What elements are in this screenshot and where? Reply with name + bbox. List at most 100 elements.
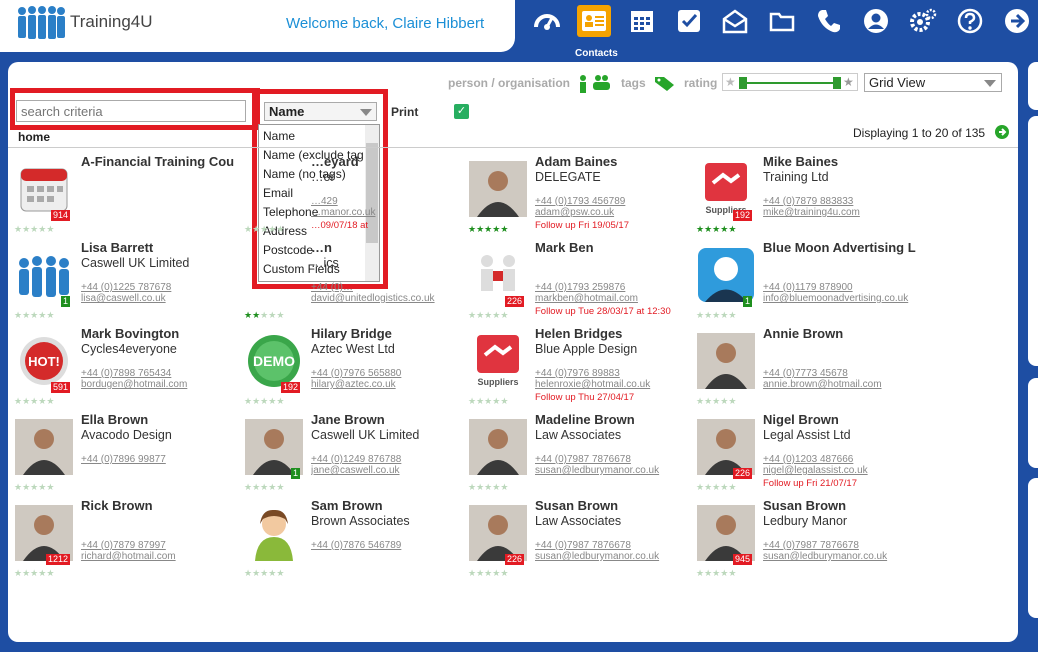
contact-name[interactable]: Jane Brown	[311, 412, 471, 427]
contact-name[interactable]: Mark Ben	[535, 240, 695, 255]
contact-phone[interactable]: +44 (0)1793 259876	[535, 282, 625, 293]
contact-name[interactable]: Nigel Brown	[763, 412, 923, 427]
follow-up-note[interactable]: Follow up Tue 28/03/17 at 12:30	[535, 306, 671, 317]
contact-card[interactable]: ★★★★★ Adam Baines DELEGATE +44 (0)1793 4567…	[468, 154, 696, 240]
rating-stars[interactable]: ★★★★★	[244, 482, 284, 493]
contact-email[interactable]: bordugen@hotmail.com	[81, 379, 241, 390]
rating-range-slider[interactable]: ★ ★	[722, 73, 858, 91]
view-mode-select[interactable]: Grid View	[864, 73, 1002, 92]
contact-email[interactable]: mike@training4u.com	[763, 207, 923, 218]
contact-email[interactable]: nigel@legalassist.co.uk	[763, 465, 923, 476]
rating-stars[interactable]: ★★★★★	[244, 224, 284, 235]
tasks-icon[interactable]	[672, 5, 706, 37]
contact-phone[interactable]: +44 (0)7879 87997	[81, 540, 166, 551]
rating-stars[interactable]: ★★★★★	[468, 224, 508, 235]
dashboard-icon[interactable]	[530, 5, 564, 37]
contact-phone[interactable]: …429	[311, 196, 338, 207]
help-icon[interactable]	[953, 5, 987, 37]
contact-name[interactable]: Adam Baines	[535, 154, 695, 169]
rating-stars[interactable]: ★★★★★	[14, 310, 54, 321]
rating-stars[interactable]: ★★★★★	[244, 396, 284, 407]
tag-icon[interactable]	[654, 75, 676, 91]
contact-card[interactable]: Suppliers 192 ★★★★★ Mike Baines Training Ltd…	[696, 154, 924, 240]
sort-field-select[interactable]: Name	[264, 102, 377, 121]
next-page-icon[interactable]	[995, 125, 1009, 139]
contact-card[interactable]: ★★★★★ Ella Brown Avacodo Design +44 (0)7896…	[14, 412, 242, 498]
contact-email[interactable]: markben@hotmail.com	[535, 293, 695, 304]
rating-stars[interactable]: ★★★★★	[696, 310, 736, 321]
user-icon[interactable]	[859, 5, 893, 37]
contact-card[interactable]: 226 ★★★★★ Susan Brown Law Associates +44 (0)…	[468, 498, 696, 584]
rating-stars[interactable]: ★★★★★	[468, 568, 508, 579]
contact-card[interactable]: DEMO 192 ★★★★★ Hilary Bridge Aztec West Ltd +…	[244, 326, 472, 412]
rating-stars[interactable]: ★★★★★	[696, 482, 736, 493]
contact-name[interactable]: Blue Moon Advertising L	[763, 240, 923, 255]
contact-avatar[interactable]	[244, 504, 304, 562]
contact-card[interactable]: Suppliers ★★★★★ Helen Bridges Blue Apple De…	[468, 326, 696, 412]
side-panel-tab[interactable]	[1028, 116, 1038, 366]
contact-card[interactable]: ★★★★★ …n …ics +44 (0)… david@unitedlogistics…	[244, 240, 472, 326]
dropdown-option[interactable]: Name	[263, 129, 363, 143]
contact-name[interactable]: …n	[311, 240, 471, 255]
side-panel-tab[interactable]	[1028, 378, 1038, 468]
contact-email[interactable]: susan@ledburymanor.co.uk	[763, 551, 923, 562]
contact-email[interactable]: david@unitedlogistics.co.uk	[311, 293, 471, 304]
contacts-icon[interactable]	[577, 5, 611, 37]
contact-phone[interactable]: +44 (0)7987 7876678	[535, 454, 631, 465]
contact-email[interactable]: lisa@caswell.co.uk	[81, 293, 241, 304]
contact-avatar[interactable]	[468, 160, 528, 218]
contact-email[interactable]: richard@hotmail.com	[81, 551, 241, 562]
contact-name[interactable]: Annie Brown	[763, 326, 923, 341]
contact-phone[interactable]: +44 (0)7987 7876678	[535, 540, 631, 551]
contact-name[interactable]: Susan Brown	[763, 498, 923, 513]
contact-phone[interactable]: +44 (0)7898 765434	[81, 368, 171, 379]
contact-phone[interactable]: +44 (0)1225 787678	[81, 282, 171, 293]
rating-stars[interactable]: ★★★★★	[696, 224, 736, 235]
contact-card[interactable]: HOT! 591 ★★★★★ Mark Bovington Cycles4everyon…	[14, 326, 242, 412]
contact-card[interactable]: 1 ★★★★★ Lisa Barrett Caswell UK Limited +44 …	[14, 240, 242, 326]
contact-name[interactable]: Hilary Bridge	[311, 326, 471, 341]
rating-max-handle[interactable]	[833, 77, 841, 89]
side-panel-tab[interactable]	[1028, 478, 1038, 618]
side-panel-tab[interactable]	[1028, 62, 1038, 110]
contact-name[interactable]: Mike Baines	[763, 154, 923, 169]
contact-email[interactable]: susan@ledburymanor.co.uk	[535, 551, 695, 562]
contact-phone[interactable]: +44 (0)1203 487666	[763, 454, 853, 465]
calendar-icon[interactable]	[625, 5, 659, 37]
rating-stars[interactable]: ★★★★★	[468, 310, 508, 321]
contact-phone[interactable]: +44 (0)7773 45678	[763, 368, 848, 379]
follow-up-note[interactable]: Follow up Fri 19/05/17	[535, 220, 629, 231]
contact-card[interactable]: 914 ★★★★★ A-Financial Training Cou	[14, 154, 242, 240]
contact-name[interactable]: Mark Bovington	[81, 326, 241, 341]
contact-phone[interactable]: +44 (0)…	[311, 282, 353, 293]
mail-icon[interactable]	[718, 5, 752, 37]
contact-avatar[interactable]: Suppliers	[468, 332, 528, 390]
settings-icon[interactable]	[906, 5, 940, 37]
contact-avatar[interactable]	[696, 332, 756, 390]
contact-name[interactable]: Sam Brown	[311, 498, 471, 513]
logout-icon[interactable]	[1000, 5, 1034, 37]
phone-icon[interactable]	[812, 5, 846, 37]
contact-email[interactable]: annie.brown@hotmail.com	[763, 379, 923, 390]
rating-stars[interactable]: ★★★★★	[14, 482, 54, 493]
contact-email[interactable]: …manor.co.uk	[311, 207, 471, 218]
contact-name[interactable]: A-Financial Training Cou	[81, 154, 241, 169]
contact-card[interactable]: 1 ★★★★★ Jane Brown Caswell UK Limited +44 (0…	[244, 412, 472, 498]
contact-phone[interactable]: +44 (0)7896 99877	[81, 454, 166, 465]
rating-stars[interactable]: ★★★★★	[14, 396, 54, 407]
contact-email[interactable]: jane@caswell.co.uk	[311, 465, 471, 476]
contact-name[interactable]: Madeline Brown	[535, 412, 695, 427]
contact-avatar[interactable]	[468, 418, 528, 476]
contact-email[interactable]: adam@psw.co.uk	[535, 207, 695, 218]
contact-phone[interactable]: +44 (0)7876 546789	[311, 540, 401, 551]
follow-up-note[interactable]: Follow up Fri 21/07/17	[763, 478, 857, 489]
rating-stars[interactable]: ★★★★★	[468, 482, 508, 493]
breadcrumb[interactable]: home	[18, 130, 50, 144]
contact-phone[interactable]: +44 (0)1249 876788	[311, 454, 401, 465]
folder-icon[interactable]	[765, 5, 799, 37]
contact-card[interactable]: ★★★★★ …eyard …or …429 …manor.co.uk …09/07/18 …	[244, 154, 472, 240]
contact-email[interactable]: info@bluemoonadvertising.co.uk	[763, 293, 923, 304]
rating-stars[interactable]: ★★★★★	[244, 310, 284, 321]
contact-phone[interactable]: +44 (0)7976 565880	[311, 368, 401, 379]
contact-phone[interactable]: +44 (0)7879 883833	[763, 196, 853, 207]
